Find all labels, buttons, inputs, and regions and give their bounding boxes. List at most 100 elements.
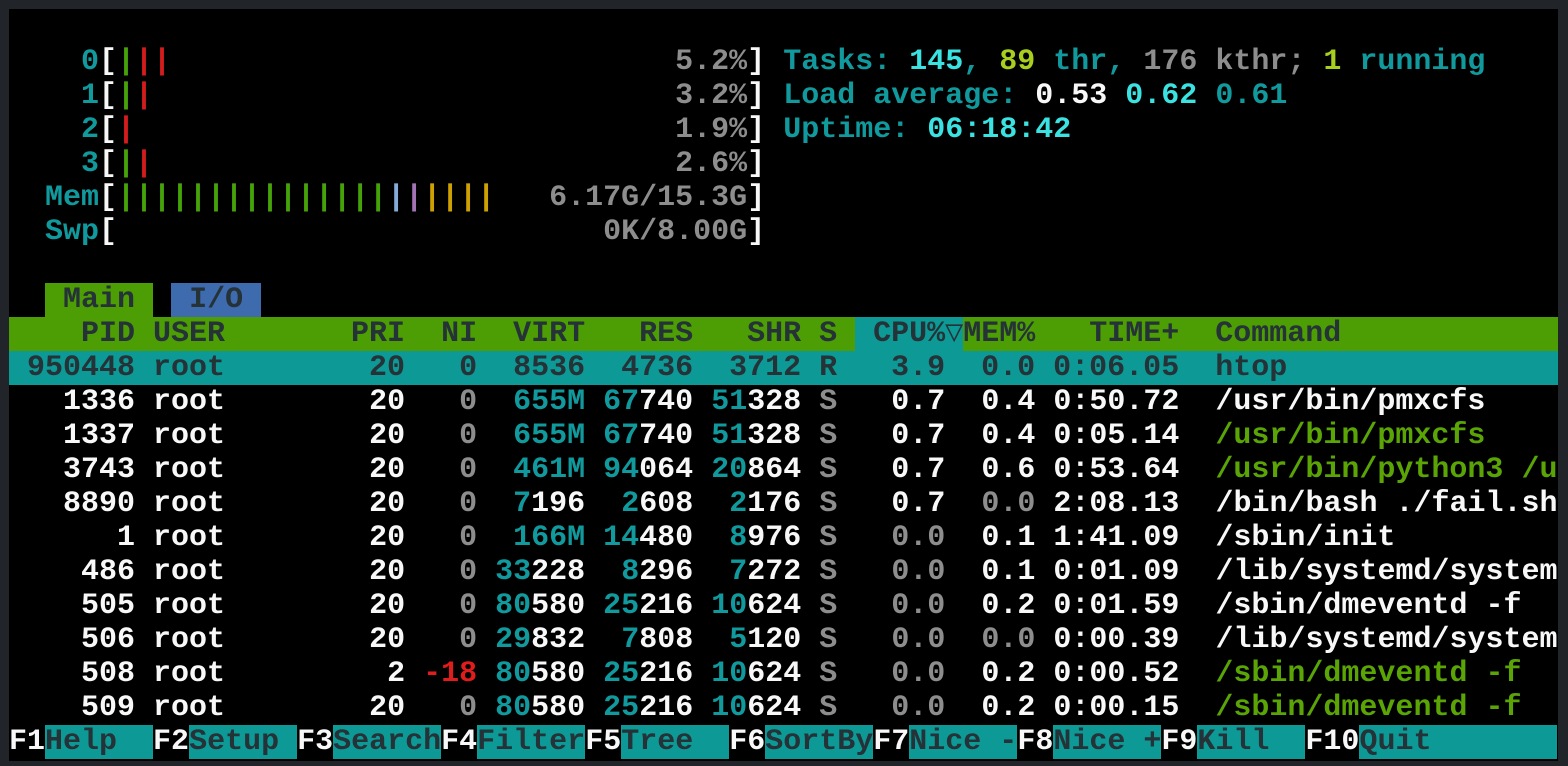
- fkey-f9[interactable]: F9: [1161, 725, 1197, 759]
- text-segment: [405, 487, 423, 521]
- process-row-950448-selected[interactable]: 950448 root 20 0 8536 4736 3712 R 3.9 0.…: [9, 351, 1558, 385]
- text-segment: 8: [729, 521, 747, 555]
- fkey-f5-tree[interactable]: Tree: [621, 725, 729, 759]
- column-header-cpu-sort[interactable]: CPU%▽: [855, 317, 963, 351]
- text-segment: 29: [495, 623, 531, 657]
- swap-value: 0K/8.00G: [603, 215, 747, 249]
- text-segment: [153, 79, 675, 113]
- fkey-f1[interactable]: F1: [9, 725, 45, 759]
- process-row-8890[interactable]: 8890 root 20 0 7196 2608 2176 S 0.7 0.0 …: [9, 487, 1558, 521]
- text-segment: |: [117, 79, 135, 113]
- text-segment: [: [99, 79, 117, 113]
- text-segment: [765, 113, 783, 147]
- fkey-f2-setup[interactable]: Setup: [189, 725, 297, 759]
- process-row-1[interactable]: 1 root 20 0 166M 14480 8976 S 0.0 0.1 1:…: [9, 521, 1395, 555]
- fkey-f9-kill[interactable]: Kill: [1197, 725, 1305, 759]
- command-text: /usr/bin/python3 /u: [1215, 453, 1557, 487]
- text-segment: [765, 45, 783, 79]
- selected-row-text: 950448 root 20 0 8536 4736 3712 R 3.9 0.…: [9, 351, 1287, 385]
- text-segment: [1035, 623, 1053, 657]
- text-segment: [1107, 79, 1125, 113]
- text-segment: [1035, 385, 1053, 419]
- running-count: 1: [1323, 45, 1341, 79]
- fkey-f6-sortby[interactable]: SortBy: [765, 725, 873, 759]
- text-segment: [693, 521, 711, 555]
- text-segment: [405, 385, 423, 419]
- text-segment: 0: [423, 385, 477, 419]
- load-5min: 0.62: [1125, 79, 1197, 113]
- text-segment: S: [819, 623, 837, 657]
- text-segment: 064: [639, 453, 693, 487]
- text-segment: [405, 657, 423, 691]
- load-1min: 0.53: [1035, 79, 1107, 113]
- fkey-f4-filter[interactable]: Filter: [477, 725, 585, 759]
- text-segment: [801, 589, 819, 623]
- text-segment: 14: [603, 521, 639, 555]
- fkey-f2[interactable]: F2: [153, 725, 189, 759]
- fkey-f3-search[interactable]: Search: [333, 725, 441, 759]
- process-row-508[interactable]: 508 root 2 -18 80580 25216 10624 S 0.0 0…: [9, 657, 1521, 691]
- text-segment: 166M: [495, 521, 585, 555]
- function-key-bar[interactable]: F1Help F2Setup F3SearchF4FilterF5Tree F6…: [9, 725, 1557, 759]
- process-row-1337[interactable]: 1337 root 20 0 655M 67740 51328 S 0.7 0.…: [9, 419, 1485, 453]
- text-segment: [585, 385, 603, 419]
- fkey-f7[interactable]: F7: [873, 725, 909, 759]
- tab-main[interactable]: Main: [45, 283, 153, 317]
- text-segment: [: [99, 215, 117, 249]
- text-segment: 0:00.15: [1053, 691, 1179, 725]
- cpu3-label: 3: [9, 147, 99, 181]
- fkey-f3[interactable]: F3: [297, 725, 333, 759]
- process-row-1336[interactable]: 1336 root 20 0 655M 67740 51328 S 0.7 0.…: [9, 385, 1485, 419]
- threads-count: 89: [999, 45, 1035, 79]
- fkey-f1-help[interactable]: Help: [45, 725, 153, 759]
- text-segment: [801, 385, 819, 419]
- command-text: /usr/bin/pmxcfs: [1215, 385, 1485, 419]
- text-segment: 216: [639, 589, 693, 623]
- text-segment: 505 root: [9, 589, 351, 623]
- fkey-f6[interactable]: F6: [729, 725, 765, 759]
- text-segment: [1179, 657, 1215, 691]
- fkey-f5[interactable]: F5: [585, 725, 621, 759]
- fkey-f4[interactable]: F4: [441, 725, 477, 759]
- fkey-f8-nice-plus[interactable]: Nice +: [1053, 725, 1161, 759]
- tab-io[interactable]: I/O: [171, 283, 261, 317]
- text-segment: [1179, 419, 1215, 453]
- text-segment: [801, 453, 819, 487]
- column-headers-right[interactable]: MEM% TIME+ Command: [963, 317, 1341, 351]
- text-segment: [1035, 555, 1053, 589]
- meter-swap: Swp[ 0K/8.00G]: [9, 215, 765, 249]
- text-segment: [1179, 385, 1215, 419]
- text-segment: [405, 555, 423, 589]
- text-segment: [945, 691, 963, 725]
- command-text: /usr/bin/pmxcfs: [1215, 419, 1485, 453]
- text-segment: [945, 657, 963, 691]
- text-segment: 0:05.14: [1053, 419, 1179, 453]
- text-segment: S: [819, 521, 837, 555]
- text-segment: |||||||||||||||: [117, 181, 387, 215]
- text-segment: |: [135, 79, 153, 113]
- fkey-f7-nice-minus[interactable]: Nice -: [909, 725, 1017, 759]
- fkey-f10[interactable]: F10: [1305, 725, 1359, 759]
- text-segment: 0: [423, 691, 477, 725]
- process-row-3743[interactable]: 3743 root 20 0 461M 94064 20864 S 0.7 0.…: [9, 453, 1557, 487]
- text-segment: ]: [747, 181, 765, 215]
- text-segment: [405, 453, 423, 487]
- column-headers[interactable]: PID USER PRI NI VIRT RES SHR S: [9, 317, 855, 351]
- text-segment: 0:01.59: [1053, 589, 1179, 623]
- text-segment: 509 root: [9, 691, 351, 725]
- table-header-row[interactable]: PID USER PRI NI VIRT RES SHR S CPU%▽MEM%…: [9, 317, 1558, 351]
- text-segment: 0.7: [837, 487, 945, 521]
- fkey-f10-quit[interactable]: Quit: [1359, 725, 1557, 759]
- text-segment: [585, 487, 603, 521]
- text-segment: 506 root: [9, 623, 351, 657]
- text-segment: [405, 623, 423, 657]
- process-row-486[interactable]: 486 root 20 0 33228 8296 7272 S 0.0 0.1 …: [9, 555, 1558, 589]
- text-segment: [1035, 691, 1053, 725]
- text-segment: [9, 283, 45, 317]
- fkey-f8[interactable]: F8: [1017, 725, 1053, 759]
- process-row-505[interactable]: 505 root 20 0 80580 25216 10624 S 0.0 0.…: [9, 589, 1521, 623]
- process-row-506[interactable]: 506 root 20 0 29832 7808 5120 S 0.0 0.0 …: [9, 623, 1558, 657]
- text-segment: [: [99, 147, 117, 181]
- text-segment: 80: [495, 691, 531, 725]
- process-row-509[interactable]: 509 root 20 0 80580 25216 10624 S 0.0 0.…: [9, 691, 1521, 725]
